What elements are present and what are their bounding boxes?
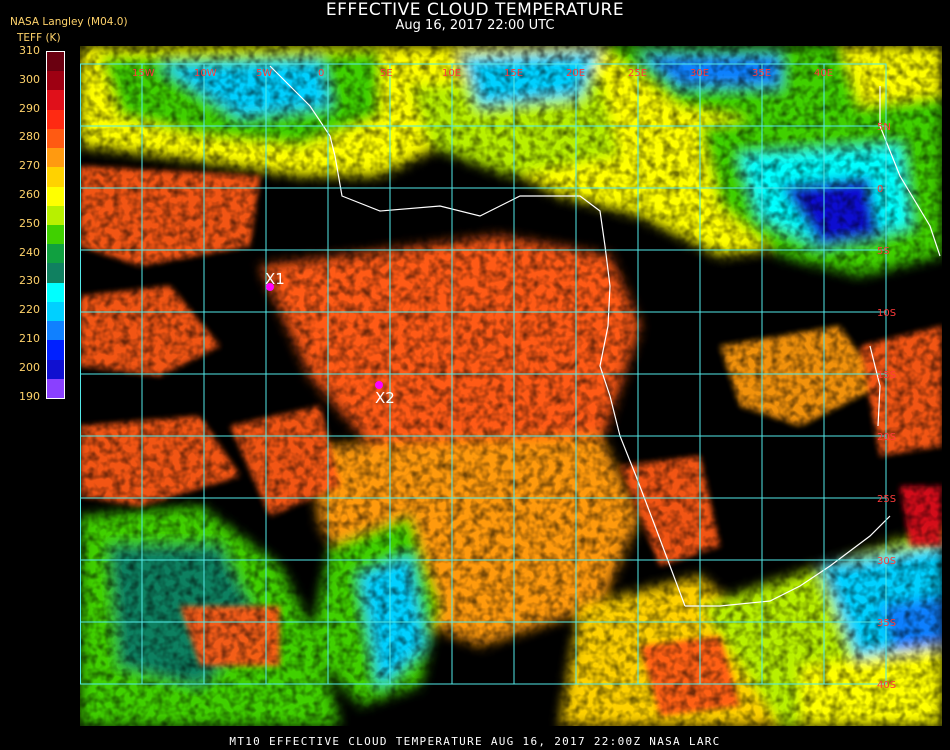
legend-swatch <box>47 301 64 322</box>
map-canvas: 5N 0 5S 10S 15S 20S 25S 30S 35S 40S 15W 10W 5W 0 5E 10… <box>80 46 942 726</box>
legend-tick-label: 220 <box>19 303 40 317</box>
latitude-label: 20S <box>877 432 896 443</box>
legend-swatch <box>47 340 64 361</box>
longitude-label: 35E <box>752 68 771 79</box>
cloud-field <box>80 46 942 726</box>
marker-x1-label: X1 <box>265 270 285 288</box>
legend-swatch <box>47 359 64 380</box>
legend-swatch <box>47 263 64 284</box>
longitude-label: 25E <box>628 68 647 79</box>
longitude-label: 10W <box>194 68 217 79</box>
legend-tick-label: 240 <box>19 245 40 259</box>
legend-swatch <box>47 148 64 168</box>
footer-caption: MT10 EFFECTIVE CLOUD TEMPERATURE AUG 16,… <box>229 735 721 748</box>
legend-swatch <box>47 186 64 207</box>
longitude-label: 30E <box>690 68 709 79</box>
marker-x2-label: X2 <box>375 389 395 407</box>
legend-tick-label: 200 <box>19 360 40 374</box>
legend-tick-label: 210 <box>19 332 40 345</box>
longitude-label: 40E <box>814 68 833 79</box>
legend-tick-label: 260 <box>19 188 40 201</box>
longitude-label: 15W <box>132 68 155 79</box>
latitude-label: 30S <box>877 556 896 567</box>
longitude-label: 10E <box>442 68 461 79</box>
legend-tick-label: 310 <box>19 44 40 57</box>
legend-swatch <box>47 52 64 72</box>
legend-swatch <box>47 128 64 149</box>
legend-swatch <box>47 90 64 111</box>
legend-swatch <box>47 244 64 264</box>
latitude-label: 10S <box>877 308 896 319</box>
longitude-label: 20E <box>566 68 585 79</box>
page-title: EFFECTIVE CLOUD TEMPERATURE <box>325 0 625 20</box>
legend-swatch <box>47 167 64 188</box>
latitude-label: 15S <box>877 370 896 381</box>
latitude-label: 25S <box>877 494 896 505</box>
longitude-label: 0 <box>318 68 324 79</box>
unit-label: TEFF (K) <box>17 32 61 44</box>
legend-swatch <box>47 321 64 341</box>
legend-swatch <box>47 109 64 130</box>
page-subtitle: Aug 16, 2017 22:00 UTC <box>395 18 555 33</box>
legend-swatch <box>47 378 64 399</box>
legend-tick-label: 250 <box>19 216 40 230</box>
latitude-label: 0 <box>877 184 883 195</box>
legend-swatch <box>47 282 64 303</box>
legend-swatch <box>47 225 64 245</box>
legend-swatch <box>47 71 64 91</box>
marker-x2-dot <box>375 381 383 389</box>
longitude-label: 5W <box>256 68 272 79</box>
longitude-label: 15E <box>504 68 523 79</box>
latitude-label: 35S <box>877 618 896 629</box>
legend-tick-label: 230 <box>19 274 40 288</box>
latitude-label: 40S <box>877 680 896 691</box>
color-legend-bar <box>46 51 65 399</box>
legend-swatch <box>47 205 64 226</box>
legend-tick-label: 280 <box>19 130 40 144</box>
legend-tick-label: 270 <box>19 159 40 173</box>
satellite-map: 5N 0 5S 10S 15S 20S 25S 30S 35S 40S 15W 10W 5W 0 5E 10… <box>80 46 942 726</box>
latitude-label: 5N <box>877 122 891 133</box>
longitude-label: 5E <box>380 68 393 79</box>
latitude-label: 5S <box>877 246 890 257</box>
legend-tick-label: 290 <box>19 101 40 115</box>
source-label: NASA Langley (M04.0) <box>10 16 128 28</box>
marker-x1: X1 <box>265 270 285 291</box>
legend-tick-label: 190 <box>19 389 40 403</box>
legend-tick-label: 300 <box>19 72 40 86</box>
